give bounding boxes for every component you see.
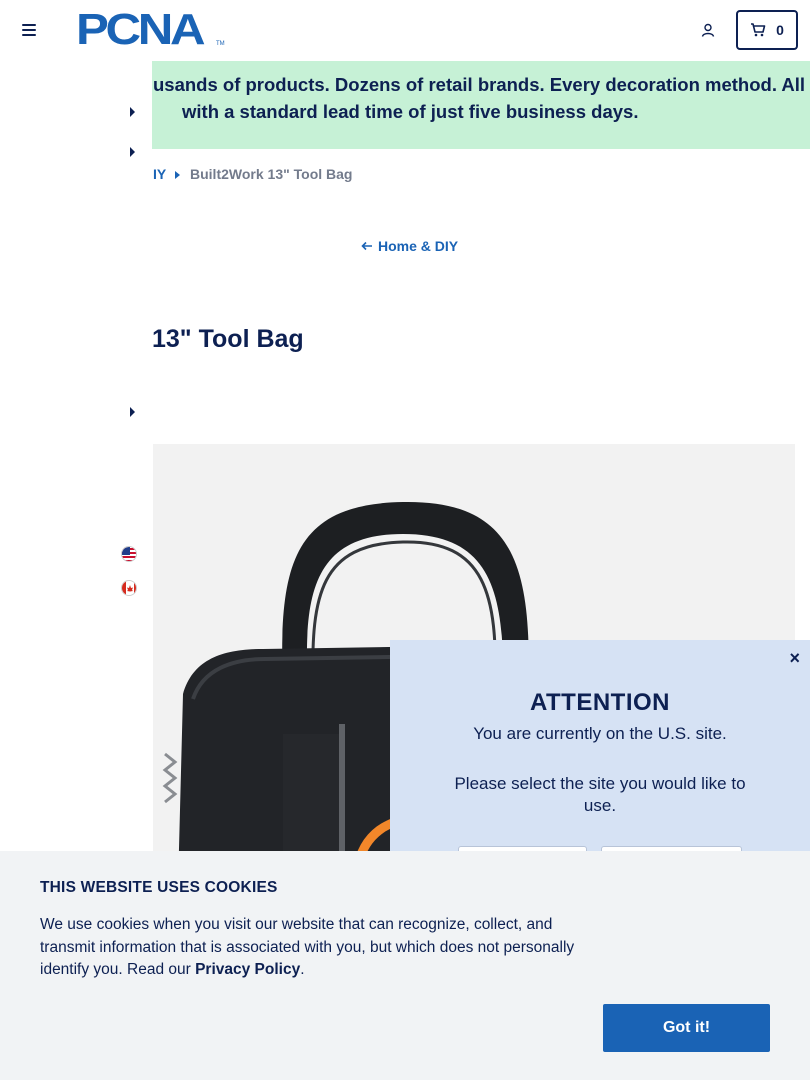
- product-title: 13" Tool Bag: [152, 325, 304, 353]
- attention-title: ATTENTION: [529, 689, 671, 716]
- caret-right-icon[interactable]: [130, 407, 135, 417]
- user-icon[interactable]: [700, 22, 716, 38]
- caret-right-icon[interactable]: [130, 107, 135, 117]
- arrow-left-icon: [361, 241, 372, 251]
- cookie-description: We use cookies when you visit our websit…: [40, 916, 575, 978]
- canada-flag-icon[interactable]: [121, 580, 137, 596]
- site-header: PCNA TM 0: [0, 0, 810, 61]
- cart-icon: [751, 23, 766, 37]
- accept-cookies-button[interactable]: Got it!: [603, 1004, 770, 1052]
- breadcrumb-current: Built2Work 13" Tool Bag: [190, 166, 353, 182]
- promo-banner: usands of products. Dozens of retail bra…: [152, 61, 810, 149]
- attention-select-site-text: Please select the site you would like to…: [454, 774, 746, 815]
- back-to-category-link[interactable]: Home & DIY: [361, 238, 458, 254]
- cart-count: 0: [776, 22, 784, 38]
- caret-right-icon[interactable]: [130, 147, 135, 157]
- banner-text-line-2: with a standard lead time of just five b…: [182, 101, 639, 122]
- banner-text-line-1: usands of products. Dozens of retail bra…: [153, 74, 806, 95]
- breadcrumb-separator-icon: [175, 171, 180, 179]
- privacy-policy-link[interactable]: Privacy Policy: [195, 961, 300, 978]
- us-flag-icon[interactable]: [121, 546, 137, 562]
- close-icon[interactable]: ×: [789, 648, 800, 669]
- back-link-label: Home & DIY: [378, 238, 459, 254]
- cookie-text-end: .: [300, 961, 305, 978]
- pcna-logo[interactable]: PCNA: [76, 8, 206, 52]
- hamburger-icon[interactable]: [22, 24, 36, 36]
- cart-button[interactable]: 0: [736, 10, 798, 50]
- attention-current-site-text: You are currently on the U.S. site.: [473, 724, 727, 743]
- cookie-banner: THIS WEBSITE USES COOKIES We use cookies…: [0, 851, 810, 1080]
- breadcrumb-parent-link[interactable]: IY: [153, 166, 166, 182]
- cookie-title: THIS WEBSITE USES COOKIES: [40, 879, 278, 896]
- cookie-text: We use cookies when you visit our websit…: [40, 914, 610, 982]
- logo-trademark: TM: [216, 41, 225, 47]
